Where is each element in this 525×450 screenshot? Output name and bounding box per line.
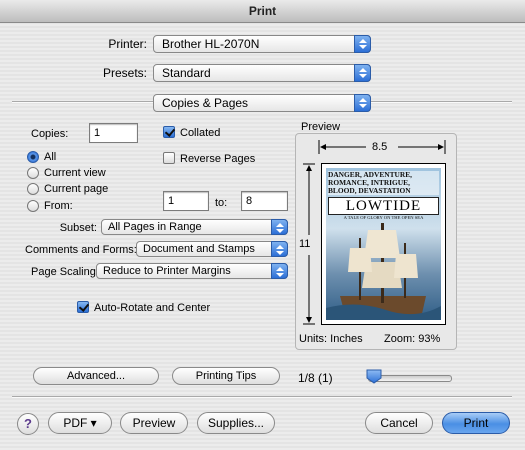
comments-label: Comments and Forms: bbox=[25, 244, 137, 256]
supplies-button[interactable]: Supplies... bbox=[197, 412, 275, 434]
from-page-value: 1 bbox=[168, 195, 175, 207]
printer-popup[interactable]: Brother HL-2070N bbox=[153, 35, 371, 53]
scaling-value: Reduce to Printer Margins bbox=[103, 265, 231, 277]
separator bbox=[12, 396, 512, 398]
cover-subtitle: A TALE OF GLORY ON THE OPEN SEA bbox=[343, 215, 424, 220]
reverse-pages-checkbox[interactable] bbox=[163, 152, 175, 164]
radio-from[interactable] bbox=[27, 200, 39, 212]
window-title: Print bbox=[0, 0, 525, 23]
subset-popup[interactable]: All Pages in Range bbox=[101, 219, 288, 235]
scaling-popup[interactable]: Reduce to Printer Margins bbox=[96, 263, 288, 279]
preview-units: Units: Inches bbox=[299, 333, 363, 345]
comments-popup[interactable]: Document and Stamps bbox=[136, 241, 288, 257]
radio-all-label: All bbox=[44, 151, 57, 163]
subset-value: All Pages in Range bbox=[108, 221, 202, 233]
popup-arrows-icon bbox=[354, 64, 371, 82]
autorotate-label: Auto-Rotate and Center bbox=[94, 302, 211, 314]
autorotate-checkbox[interactable] bbox=[77, 301, 89, 313]
printing-tips-button[interactable]: Printing Tips bbox=[172, 367, 280, 385]
cover-line-3: BLOOD, DEVASTATION bbox=[328, 186, 411, 195]
printer-label: Printer: bbox=[108, 37, 147, 51]
print-button[interactable]: Print bbox=[442, 412, 510, 434]
page-thumbnail: DANGER, ADVENTURE, ROMANCE, INTRIGUE, BL… bbox=[321, 163, 446, 325]
reverse-pages-label: Reverse Pages bbox=[180, 153, 256, 165]
to-label: to: bbox=[215, 197, 228, 209]
scaling-label: Page Scaling: bbox=[31, 266, 99, 278]
popup-arrows-icon bbox=[354, 35, 371, 53]
radio-current-page-label: Current page bbox=[44, 183, 109, 195]
cover-title: LOWTIDE bbox=[328, 197, 439, 215]
preview-zoom: Zoom: 93% bbox=[384, 333, 441, 345]
help-button[interactable]: ? bbox=[17, 413, 39, 435]
preview-title: Preview bbox=[301, 121, 341, 133]
radio-current-view-label: Current view bbox=[44, 167, 106, 179]
collated-checkbox[interactable] bbox=[163, 126, 175, 138]
printer-value: Brother HL-2070N bbox=[162, 37, 260, 51]
advanced-button[interactable]: Advanced... bbox=[33, 367, 159, 385]
panel-popup[interactable]: Copies & Pages bbox=[153, 94, 371, 112]
presets-label: Presets: bbox=[102, 66, 147, 80]
radio-from-label: From: bbox=[44, 200, 73, 212]
subset-label: Subset: bbox=[59, 222, 97, 234]
page-indicator: 1/8 (1) bbox=[298, 371, 333, 385]
preview-height: 11 bbox=[299, 238, 311, 250]
copies-field[interactable]: 1 bbox=[89, 123, 138, 143]
radio-all[interactable] bbox=[27, 151, 39, 163]
cancel-button[interactable]: Cancel bbox=[365, 412, 433, 434]
to-page-field[interactable]: 8 bbox=[241, 191, 288, 211]
preview-button[interactable]: Preview bbox=[120, 412, 188, 434]
popup-arrows-icon bbox=[354, 94, 371, 112]
to-page-value: 8 bbox=[246, 195, 253, 207]
copies-value: 1 bbox=[94, 127, 101, 139]
copies-label: Copies: bbox=[31, 128, 69, 140]
comments-value: Document and Stamps bbox=[143, 243, 255, 255]
print-dialog: Print Printer: Brother HL-2070N Presets:… bbox=[0, 0, 525, 450]
cover-art: DANGER, ADVENTURE, ROMANCE, INTRIGUE, BL… bbox=[326, 168, 441, 320]
preview-width: 8.5 bbox=[372, 141, 388, 153]
popup-arrows-icon bbox=[271, 219, 288, 235]
from-page-field[interactable]: 1 bbox=[163, 191, 209, 211]
pdf-menu-button[interactable]: PDF ▾ bbox=[48, 412, 112, 434]
popup-arrows-icon bbox=[271, 263, 288, 279]
radio-current-view[interactable] bbox=[27, 167, 39, 179]
collated-label: Collated bbox=[180, 127, 221, 139]
presets-popup[interactable]: Standard bbox=[153, 64, 371, 82]
popup-arrows-icon bbox=[271, 241, 288, 257]
radio-current-page[interactable] bbox=[27, 183, 39, 195]
panel-value: Copies & Pages bbox=[162, 96, 249, 110]
presets-value: Standard bbox=[162, 66, 211, 80]
slider-knob-icon[interactable] bbox=[366, 369, 382, 384]
